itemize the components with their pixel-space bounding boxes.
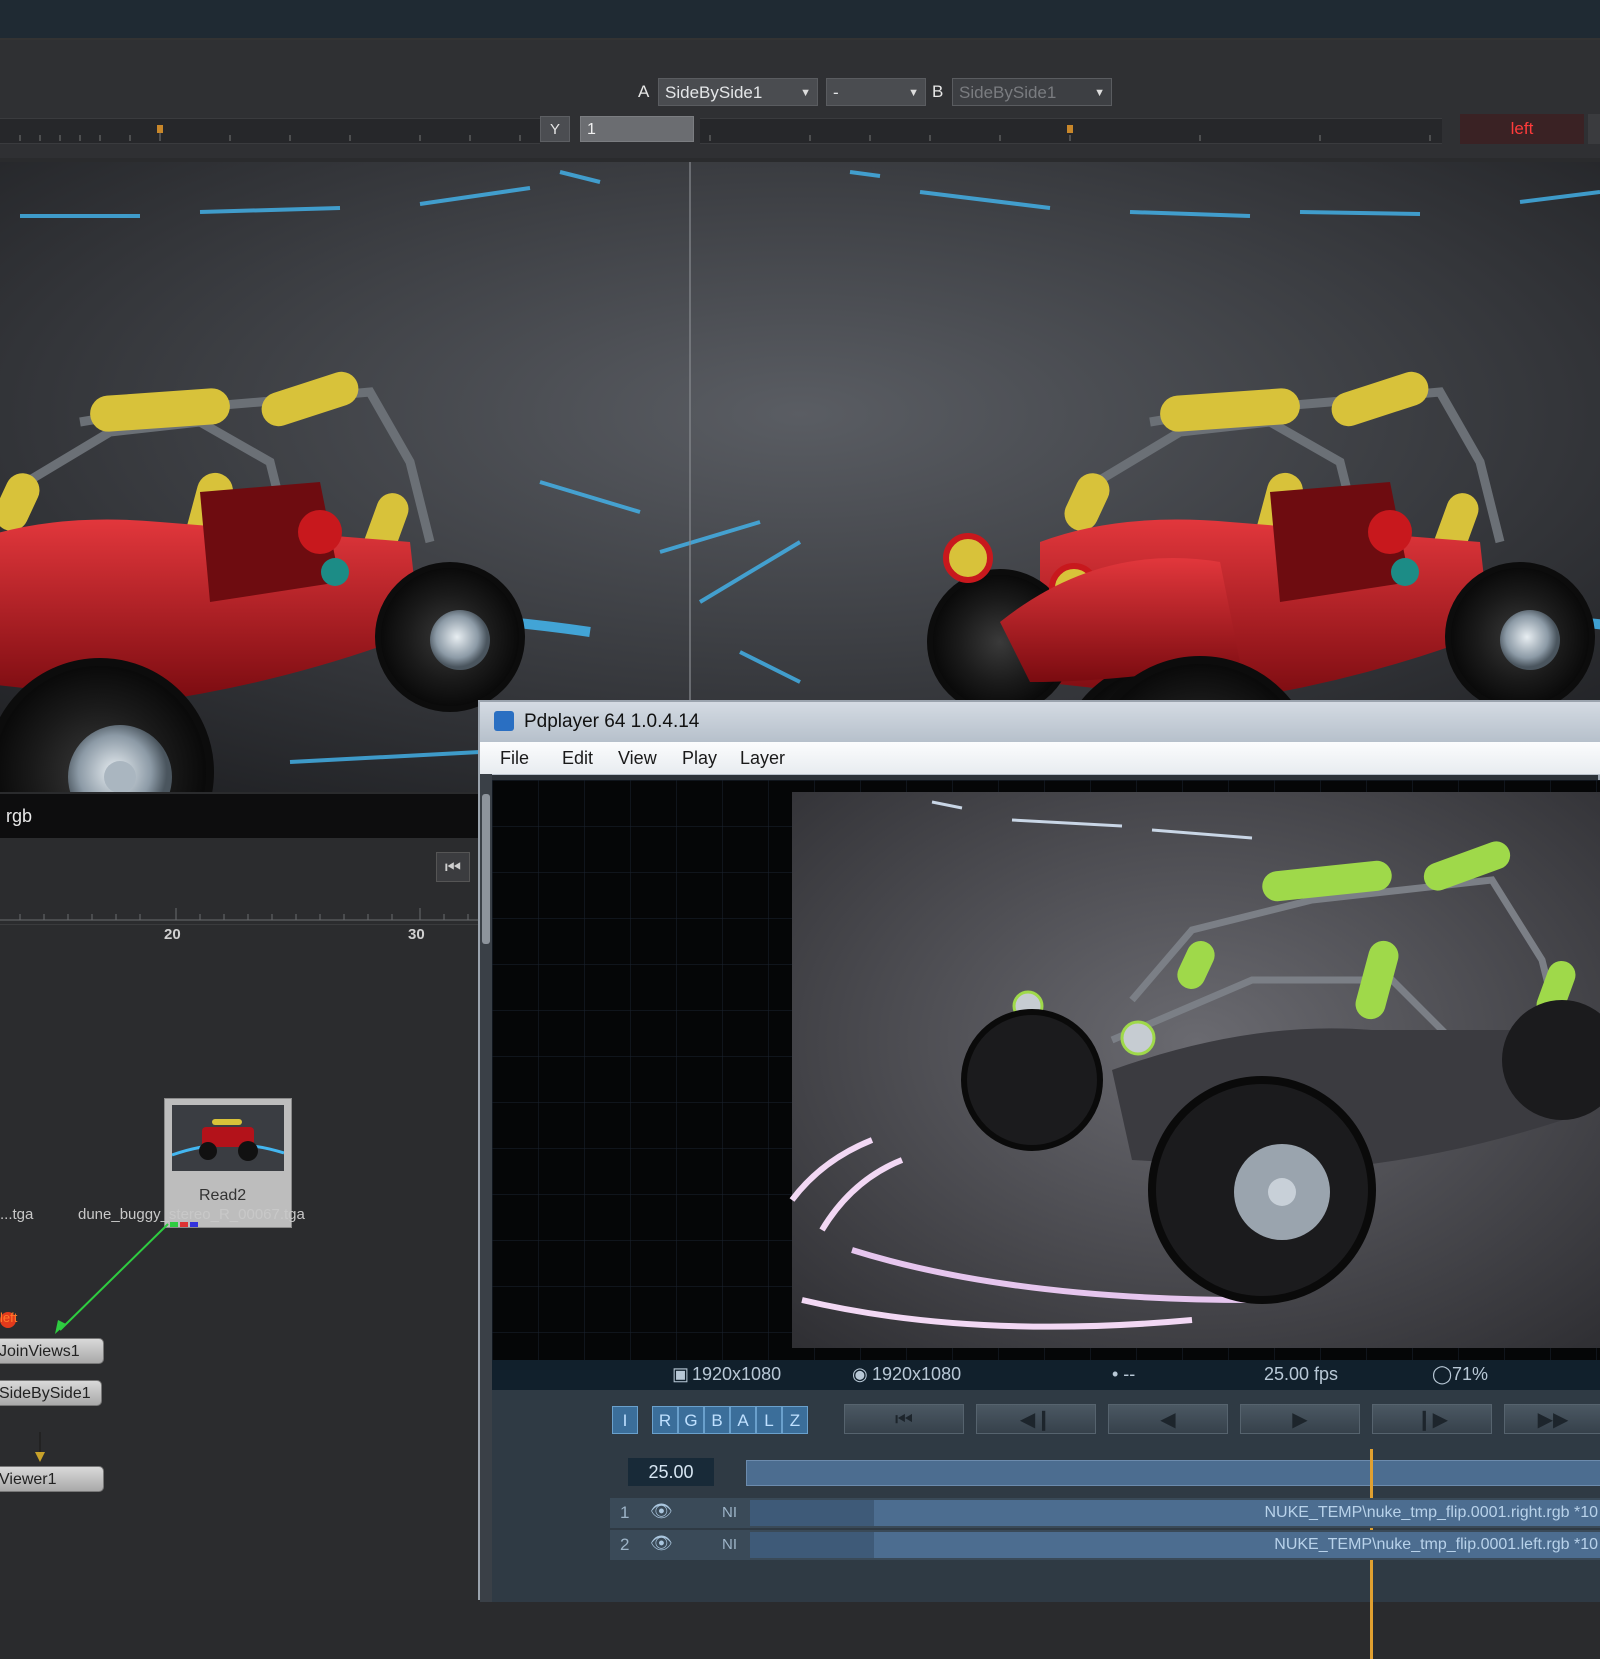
pdplayer-menubar: File Edit View Play Layer [480, 742, 1600, 775]
input-b-label: B [932, 82, 944, 101]
view-left-button[interactable]: left [1460, 114, 1584, 144]
playback-fps: 25.00 fps [1264, 1364, 1339, 1384]
timeline-ruler[interactable]: 20 30 [0, 880, 478, 943]
source-resolution: 1920x1080 [692, 1364, 782, 1384]
pdplayer-canvas[interactable] [492, 780, 1600, 1360]
zoom-level: 71% [1452, 1364, 1489, 1384]
node-connections [0, 1222, 198, 1334]
input-b-value: SideBySide1 [959, 83, 1057, 102]
play-forward-icon[interactable]: ▶ [1240, 1404, 1360, 1434]
view-right-button[interactable] [1588, 114, 1600, 144]
input-b-dropdown[interactable]: SideBySide1 ▼ [952, 78, 1112, 106]
pdplayer-title: Pdplayer 64 1.0.4.14 [524, 711, 700, 732]
channel-b-button[interactable]: B [704, 1406, 730, 1434]
pdplayer-side-scrollbar[interactable] [480, 774, 492, 1602]
frame-ruler-ticks [19, 125, 521, 141]
channel-z-button[interactable]: Z [782, 1406, 808, 1434]
window-top-strip [0, 0, 1600, 40]
pdplayer-title-bar[interactable]: Pdplayer 64 1.0.4.14 [480, 702, 1600, 742]
channel-a-button[interactable]: A [730, 1406, 756, 1434]
frame-ruler-ticks [709, 125, 1431, 141]
frame-rate-field[interactable]: 25.00 [628, 1458, 714, 1486]
channel-r-button[interactable]: R [652, 1406, 678, 1434]
ruler-tick-label: 20 [164, 926, 181, 943]
input-a-dropdown[interactable]: SideBySide1 ▼ [658, 78, 818, 106]
anaglyph-render [492, 780, 1600, 1360]
sidebyside-node[interactable]: SideBySide1 [0, 1380, 102, 1406]
go-to-end-icon[interactable]: ▶▶ [1504, 1404, 1600, 1434]
menu-play[interactable]: Play [682, 748, 717, 769]
step-back-icon[interactable]: ◀❙ [976, 1404, 1096, 1434]
left-frame-slider[interactable] [0, 118, 540, 144]
frame-icon: ▣ [672, 1364, 690, 1384]
read-node-label: Read2 [199, 1187, 247, 1204]
play-backward-icon[interactable]: ◀ [1108, 1404, 1228, 1434]
chevron-down-icon: ▼ [800, 87, 811, 99]
pdplayer-status-bar: ▣ 1920x1080 ◉ 1920x1080 • -- 25.00 fps ◯… [492, 1360, 1600, 1390]
layer-path: NUKE_TEMP\nuke_tmp_flip.0001.left.rgb *1… [1274, 1536, 1598, 1553]
status-extra: • -- [1112, 1364, 1136, 1384]
ruler-ticks [0, 908, 478, 921]
y-channel-button[interactable]: Y [540, 116, 570, 142]
side-by-side-render [0, 162, 1600, 792]
timeline-scrubber[interactable] [746, 1449, 1600, 1659]
input-a-label: A [638, 82, 650, 101]
compare-operation-dropdown[interactable]: - ▼ [826, 78, 926, 106]
menu-file[interactable]: File [500, 748, 529, 769]
pdplayer-controls: I R G B A L Z ⏮ ◀❙ ◀ ▶ ❙▶ ▶▶ 25.00 1 👁 N… [492, 1390, 1600, 1659]
menu-view[interactable]: View [618, 748, 657, 769]
channel-header: rgb [0, 794, 478, 838]
view-tag-left: left [0, 1310, 18, 1325]
input-a-value: SideBySide1 [665, 83, 763, 102]
stereo-viewer[interactable] [0, 162, 1600, 792]
layer-tag: NI [722, 1504, 737, 1521]
layer-bar[interactable]: NUKE_TEMP\nuke_tmp_flip.0001.right.rgb *… [750, 1500, 1600, 1526]
pdplayer-app-icon [494, 711, 514, 731]
node-connection-arrow [35, 1432, 45, 1462]
layer-index: 2 [620, 1535, 630, 1554]
eye-icon[interactable]: 👁 [650, 1501, 673, 1522]
channel-l-button[interactable]: L [756, 1406, 782, 1434]
go-to-start-icon[interactable]: ⏮ [844, 1404, 964, 1434]
pdplayer-window[interactable]: Pdplayer 64 1.0.4.14 File Edit View Play… [478, 700, 1600, 1659]
layer-bar[interactable]: NUKE_TEMP\nuke_tmp_flip.0001.left.rgb *1… [750, 1532, 1600, 1558]
channel-label: rgb [6, 806, 33, 826]
layer-path: NUKE_TEMP\nuke_tmp_flip.0001.right.rgb *… [1264, 1504, 1598, 1521]
layer-index: 1 [620, 1503, 630, 1522]
layer-row[interactable]: 1 👁 NI NUKE_TEMP\nuke_tmp_flip.0001.righ… [610, 1498, 1600, 1528]
right-frame-slider[interactable] [700, 118, 1442, 144]
target-icon: ◉ [852, 1364, 868, 1384]
viewer-toolbar: A SideBySide1 ▼ - ▼ B SideBySide1 ▼ Y 1 … [0, 40, 1600, 158]
gain-field[interactable]: 1 [580, 116, 694, 142]
joinviews-node[interactable]: JoinViews1 [0, 1338, 104, 1364]
chevron-down-icon: ▼ [1094, 87, 1105, 99]
read-node-thumbnail [172, 1105, 284, 1171]
zoom-icon: ◯ [1432, 1364, 1453, 1384]
compare-operation-value: - [833, 83, 839, 102]
ruler-tick-label: 30 [408, 926, 425, 943]
chevron-down-icon: ▼ [908, 87, 919, 99]
step-forward-icon[interactable]: ❙▶ [1372, 1404, 1492, 1434]
layer-row[interactable]: 2 👁 NI NUKE_TEMP\nuke_tmp_flip.0001.left… [610, 1530, 1600, 1560]
display-resolution: 1920x1080 [872, 1364, 962, 1384]
layer-tag: NI [722, 1536, 737, 1553]
viewer-node[interactable]: Viewer1 [0, 1466, 104, 1492]
menu-edit[interactable]: Edit [562, 748, 593, 769]
eye-icon[interactable]: 👁 [650, 1533, 673, 1554]
channel-g-button[interactable]: G [678, 1406, 704, 1434]
menu-layer[interactable]: Layer [740, 748, 785, 769]
skip-to-start-icon[interactable]: ⏮ [436, 852, 470, 882]
channel-i-button[interactable]: I [612, 1406, 638, 1434]
